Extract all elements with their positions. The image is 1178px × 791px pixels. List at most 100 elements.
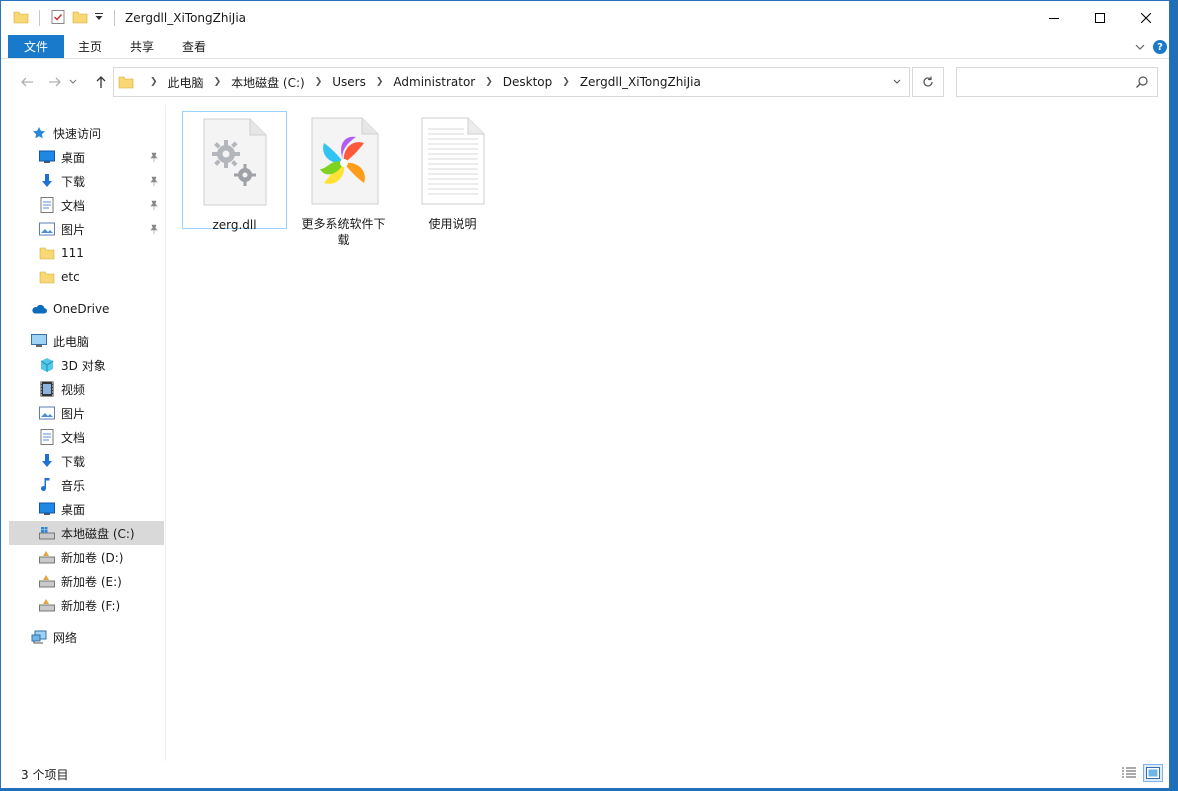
breadcrumb-this-pc[interactable]: 此电脑	[168, 74, 204, 91]
dll-gear-icon	[202, 118, 268, 209]
breadcrumb-c-drive[interactable]: 本地磁盘 (C:)	[231, 74, 305, 91]
sidebar-item-label: 3D 对象	[61, 358, 106, 373]
sidebar-item-label: 下载	[61, 454, 86, 469]
picture-icon	[39, 405, 55, 421]
breadcrumb-chevron-icon[interactable]: ❯	[562, 77, 570, 87]
properties-icon[interactable]	[50, 9, 66, 28]
sidebar-item-desktop[interactable]: 桌面	[39, 497, 163, 521]
search-box[interactable]	[956, 67, 1158, 97]
breadcrumb-chevron-icon[interactable]: ❯	[150, 77, 158, 87]
music-note-icon	[39, 477, 55, 493]
sidebar-item-pictures-pinned[interactable]: 图片	[39, 217, 163, 241]
recent-locations-button[interactable]	[65, 68, 81, 96]
sidebar-item-pictures[interactable]: 图片	[39, 401, 163, 425]
drive-icon	[39, 549, 55, 565]
sidebar-item-network[interactable]: 网络	[31, 625, 161, 649]
desktop-icon	[39, 501, 55, 517]
breadcrumb-users[interactable]: Users	[332, 75, 366, 89]
new-folder-icon[interactable]	[72, 9, 88, 28]
tab-file[interactable]: 文件	[8, 35, 64, 58]
sidebar-item-label: 图片	[61, 222, 86, 237]
pin-icon[interactable]	[149, 223, 159, 237]
sidebar-item-volume-f[interactable]: 新加卷 (F:)	[39, 593, 163, 617]
up-button[interactable]	[87, 68, 115, 96]
sidebar-item-local-disk-c[interactable]: 本地磁盘 (C:)	[9, 521, 164, 545]
sidebar-item-label: 新加卷 (E:)	[61, 574, 122, 589]
title-bar: Zergdll_XiTongZhiJia	[1, 1, 1169, 35]
file-item[interactable]: 使用说明	[400, 111, 505, 231]
sidebar-item-label: 图片	[61, 406, 86, 421]
sidebar-item-desktop-pinned[interactable]: 桌面	[39, 145, 163, 169]
close-button[interactable]	[1123, 1, 1169, 35]
tab-home[interactable]: 主页	[64, 35, 116, 58]
sidebar-item-documents[interactable]: 文档	[39, 425, 163, 449]
sidebar-item-label: OneDrive	[53, 302, 110, 316]
expand-ribbon-icon[interactable]	[1135, 40, 1145, 54]
sidebar-item-videos[interactable]: 视频	[39, 377, 163, 401]
folder-icon	[118, 74, 134, 90]
sidebar-item-downloads-pinned[interactable]: 下载	[39, 169, 163, 193]
address-bar[interactable]: ❯ 此电脑 ❯ 本地磁盘 (C:) ❯ Users ❯ Administrato…	[113, 67, 910, 97]
address-history-button[interactable]	[885, 68, 909, 96]
sidebar-item-label: 新加卷 (F:)	[61, 598, 121, 613]
sidebar-item-this-pc[interactable]: 此电脑	[31, 329, 161, 353]
search-icon[interactable]	[1135, 75, 1149, 92]
breadcrumb-current-folder[interactable]: Zergdll_XiTongZhiJia	[580, 75, 701, 89]
details-view-button[interactable]	[1119, 764, 1139, 782]
sidebar-item-label: 网络	[53, 630, 78, 645]
pin-icon[interactable]	[149, 199, 159, 213]
folder-icon	[39, 269, 55, 285]
search-input[interactable]	[957, 68, 1127, 96]
cube-3d-icon	[39, 357, 55, 373]
large-icons-view-button[interactable]	[1143, 764, 1163, 782]
pinwheel-shortcut-icon	[306, 117, 382, 208]
desktop-icon	[39, 149, 55, 165]
sidebar-item-label: 视频	[61, 382, 86, 397]
sidebar-item-label: etc	[61, 270, 80, 284]
sidebar-item-music[interactable]: 音乐	[39, 473, 163, 497]
maximize-button[interactable]	[1077, 1, 1123, 35]
sidebar-item-downloads[interactable]: 下载	[39, 449, 163, 473]
details-view-icon	[1122, 767, 1136, 778]
breadcrumb-desktop[interactable]: Desktop	[503, 75, 553, 89]
file-item[interactable]: zerg.dll	[182, 111, 287, 232]
computer-icon	[31, 333, 47, 349]
customize-dropdown-icon[interactable]	[94, 11, 104, 25]
toolbar-separator	[39, 10, 40, 26]
folder-icon	[39, 245, 55, 261]
vertical-scrollbar[interactable]	[1157, 105, 1169, 761]
sidebar-item-onedrive[interactable]: OneDrive	[31, 297, 161, 321]
breadcrumb-administrator[interactable]: Administrator	[393, 75, 475, 89]
drive-icon	[39, 573, 55, 589]
sidebar-item-volume-d[interactable]: 新加卷 (D:)	[39, 545, 163, 569]
pin-icon[interactable]	[149, 151, 159, 165]
quick-access-toolbar	[1, 1, 119, 35]
download-arrow-icon	[39, 453, 55, 469]
sidebar-item-folder-etc[interactable]: etc	[39, 265, 163, 289]
sidebar-item-documents-pinned[interactable]: 文档	[39, 193, 163, 217]
breadcrumb-chevron-icon[interactable]: ❯	[214, 77, 222, 87]
navigation-pane: 快速访问 桌面 下载 文档 图片 111 etc OneDrive 此电脑 3D…	[1, 105, 166, 761]
tab-view[interactable]: 查看	[168, 35, 220, 58]
sidebar-item-folder-111[interactable]: 111	[39, 241, 163, 265]
pin-icon[interactable]	[149, 175, 159, 189]
minimize-button[interactable]	[1031, 1, 1077, 35]
explorer-window: Zergdll_XiTongZhiJia 文件 主页 共享 查看 ? ❯ 此电脑…	[0, 0, 1170, 789]
sidebar-item-quick-access[interactable]: 快速访问	[31, 121, 161, 145]
folder-icon	[13, 9, 29, 28]
breadcrumb-chevron-icon[interactable]: ❯	[315, 77, 323, 87]
back-button[interactable]	[13, 68, 41, 96]
sidebar-item-volume-e[interactable]: 新加卷 (E:)	[39, 569, 163, 593]
sidebar-item-3d-objects[interactable]: 3D 对象	[39, 353, 163, 377]
sidebar-item-label: 文档	[61, 430, 86, 445]
document-icon	[39, 429, 55, 445]
tab-share[interactable]: 共享	[116, 35, 168, 58]
network-icon	[31, 629, 47, 645]
help-icon[interactable]: ?	[1153, 40, 1167, 54]
windows-drive-icon	[39, 525, 55, 541]
refresh-button[interactable]	[912, 67, 944, 97]
file-item[interactable]: 更多系统软件下载	[291, 111, 396, 247]
breadcrumb-chevron-icon[interactable]: ❯	[376, 77, 384, 87]
breadcrumb-chevron-icon[interactable]: ❯	[485, 77, 493, 87]
sidebar-item-label: 本地磁盘 (C:)	[61, 526, 135, 541]
